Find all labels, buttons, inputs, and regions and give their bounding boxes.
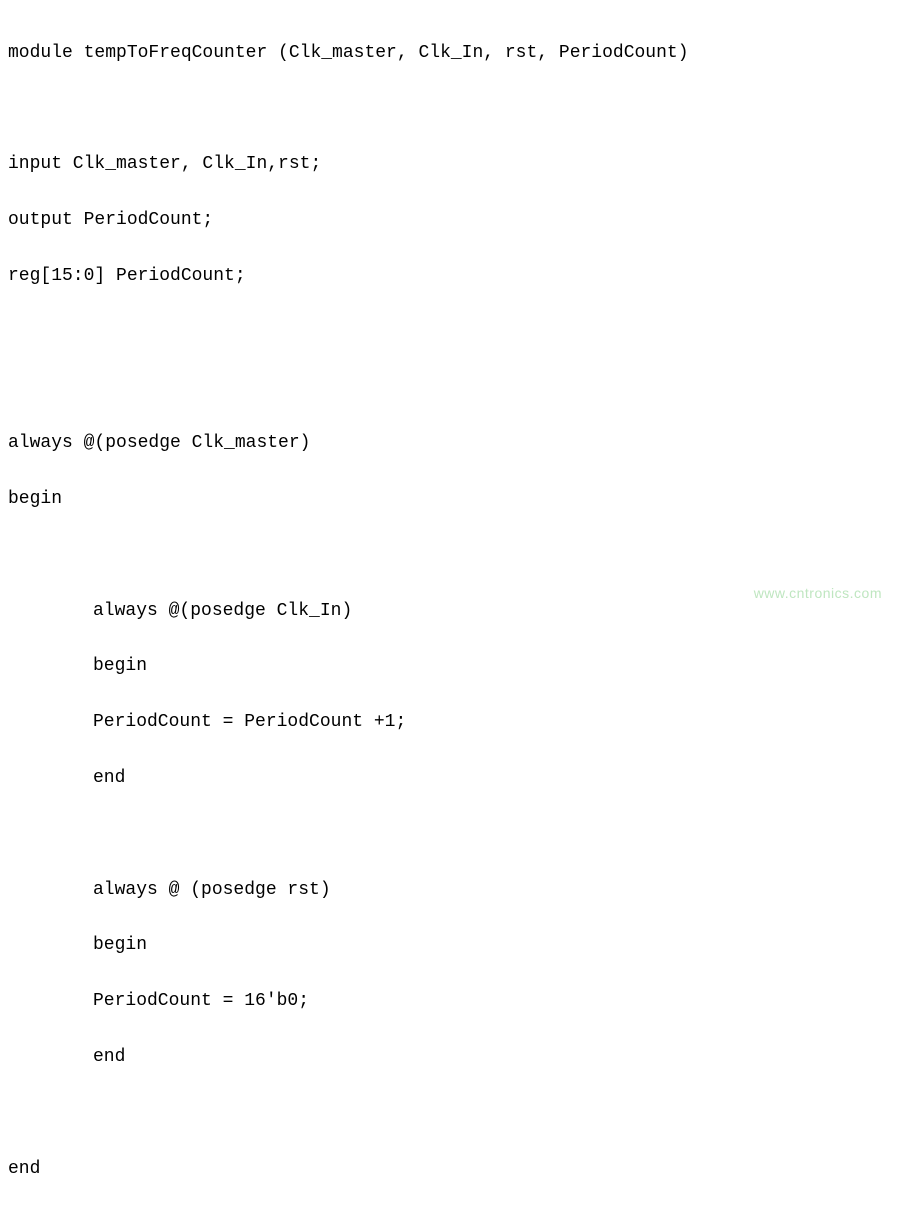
blank-line: [8, 821, 892, 849]
code-line: reg[15:0] PeriodCount;: [8, 263, 892, 291]
blank-line: [8, 319, 892, 347]
code-line: begin: [8, 653, 892, 681]
blank-line: [8, 1100, 892, 1128]
code-line: PeriodCount = PeriodCount +1;: [8, 709, 892, 737]
watermark-text: www.cntronics.com: [754, 583, 882, 605]
code-line: always @(posedge Clk_master): [8, 430, 892, 458]
code-line: begin: [8, 486, 892, 514]
code-line: module tempToFreqCounter (Clk_master, Cl…: [8, 40, 892, 68]
code-line: output PeriodCount;: [8, 207, 892, 235]
code-line: PeriodCount = 16'b0;: [8, 988, 892, 1016]
blank-line: [8, 96, 892, 124]
verilog-code-block: module tempToFreqCounter (Clk_master, Cl…: [8, 12, 892, 1226]
code-line: end: [8, 1044, 892, 1072]
blank-line: [8, 1211, 892, 1226]
code-line: input Clk_master, Clk_In,rst;: [8, 151, 892, 179]
code-line: begin: [8, 932, 892, 960]
blank-line: [8, 542, 892, 570]
code-line: end: [8, 1156, 892, 1184]
code-line: end: [8, 765, 892, 793]
blank-line: [8, 375, 892, 403]
code-line: always @ (posedge rst): [8, 877, 892, 905]
